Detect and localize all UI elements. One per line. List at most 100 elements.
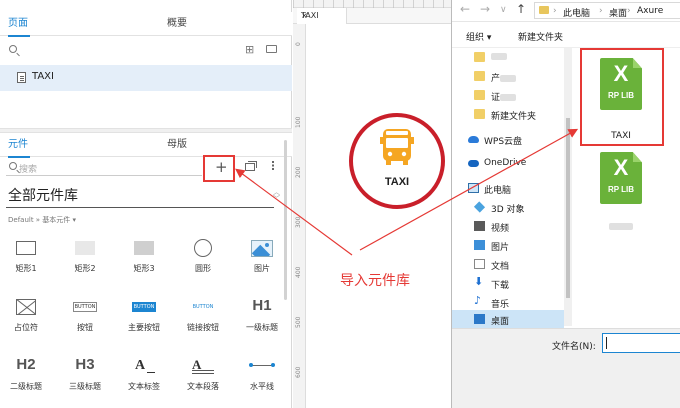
nav-item-label: WPS云盘 bbox=[484, 137, 523, 147]
file-type-label: RP LIB bbox=[607, 91, 635, 100]
widget-rectangle3[interactable]: 矩形3 bbox=[119, 237, 169, 274]
nav-item-wps-cloud[interactable]: WPS云盘 bbox=[452, 130, 564, 149]
chevron-updown-icon[interactable]: ︿ ﹀ bbox=[273, 189, 280, 203]
taxi-logo[interactable]: TAXI bbox=[349, 113, 445, 209]
add-folder-icon[interactable] bbox=[266, 45, 277, 53]
back-arrow-icon[interactable]: ← bbox=[460, 2, 470, 16]
library-select[interactable]: 全部元件库 bbox=[8, 185, 78, 205]
close-icon[interactable]: × bbox=[301, 11, 308, 20]
rplib-file-icon[interactable]: X RP LIB bbox=[600, 152, 642, 204]
bus-icon bbox=[380, 129, 414, 165]
nav-item-documents[interactable]: 文档 bbox=[452, 255, 564, 274]
add-library-icon[interactable]: + bbox=[215, 158, 228, 176]
axure-x-icon: X bbox=[613, 61, 629, 86]
tab-libraries[interactable]: 元件 bbox=[8, 133, 30, 158]
rectangle-light-icon bbox=[75, 241, 95, 255]
nav-item-downloads[interactable]: ⬇ 下载 bbox=[452, 274, 564, 293]
nav-scrollbar[interactable] bbox=[564, 48, 572, 326]
widget-rectangle1[interactable]: 矩形1 bbox=[1, 237, 51, 274]
filename-input[interactable] bbox=[602, 333, 680, 353]
breadcrumb-item[interactable]: 桌面 bbox=[609, 6, 627, 19]
widget-horizontal-line[interactable]: 水平线 bbox=[237, 355, 287, 392]
forward-arrow-icon[interactable]: → bbox=[480, 2, 490, 16]
design-canvas[interactable]: TAXI × 0 100 200 300 400 500 600 TAXI bbox=[293, 0, 451, 408]
add-page-icon[interactable]: ⊞ bbox=[245, 43, 254, 56]
ruler-mark: 300 bbox=[295, 216, 302, 228]
nav-item-this-pc[interactable]: 此电脑 bbox=[452, 179, 564, 198]
folder-icon bbox=[539, 6, 549, 14]
folder-icon bbox=[474, 90, 485, 100]
download-icon: ⬇ bbox=[474, 275, 484, 288]
nav-item-videos[interactable]: 视频 bbox=[452, 217, 564, 236]
ruler-mark: 400 bbox=[295, 266, 302, 278]
widget-label: 一级标题 bbox=[246, 323, 278, 332]
widget-ellipse[interactable]: 圆形 bbox=[178, 237, 228, 274]
canvas-tabbar: TAXI × bbox=[293, 8, 451, 24]
rplib-file-icon[interactable]: X RP LIB bbox=[600, 58, 642, 110]
widget-primary-button[interactable]: BUTTON 主要按钮 bbox=[119, 296, 169, 333]
nav-item-label: OneDrive bbox=[484, 158, 527, 168]
breadcrumb-item[interactable]: Axure bbox=[637, 6, 663, 16]
chevron-down-icon[interactable]: ∨ bbox=[500, 5, 507, 15]
widget-label: 图片 bbox=[254, 264, 270, 273]
computer-icon bbox=[468, 183, 479, 193]
libraries-tabbar: 元件 母版 bbox=[0, 133, 292, 158]
widget-text-label[interactable]: A 文本标签 bbox=[119, 355, 169, 392]
widget-label: 主要按钮 bbox=[128, 323, 160, 332]
folder-icon bbox=[474, 109, 485, 119]
organize-button[interactable]: 组织 ▾ bbox=[466, 30, 491, 43]
address-path[interactable]: › 此电脑 › 桌面 › Axure bbox=[534, 2, 680, 19]
nav-item-folder-zheng[interactable]: 证 bbox=[452, 86, 564, 105]
new-folder-button[interactable]: 新建文件夹 bbox=[518, 30, 563, 43]
library-scrollbar[interactable] bbox=[284, 140, 287, 300]
chevron-right-icon: › bbox=[553, 6, 557, 16]
nav-item-3d-objects[interactable]: 3D 对象 bbox=[452, 198, 564, 217]
axure-x-icon: X bbox=[613, 155, 629, 180]
tab-masters[interactable]: 母版 bbox=[167, 133, 187, 157]
up-arrow-icon[interactable]: ↑ bbox=[516, 2, 526, 16]
nav-item-label: 新建文件夹 bbox=[491, 112, 537, 122]
page-item-label[interactable]: TAXI bbox=[32, 71, 54, 82]
ruler-mark: 100 bbox=[295, 116, 302, 128]
widget-heading1[interactable]: H1 一级标题 bbox=[237, 296, 287, 333]
file-open-dialog: ← → ∨ ↑ › 此电脑 › 桌面 › Axure 组织 ▾ 新建文件夹 产 … bbox=[451, 0, 680, 408]
nav-item-onedrive[interactable]: OneDrive bbox=[452, 154, 564, 173]
tab-pages[interactable]: 页面 bbox=[8, 12, 30, 37]
tab-outline[interactable]: 概要 bbox=[167, 12, 187, 36]
widget-text-paragraph[interactable]: A 文本段落 bbox=[178, 355, 228, 392]
nav-item-folder-chan[interactable]: 产 bbox=[452, 67, 564, 86]
more-options-icon[interactable] bbox=[272, 161, 274, 163]
search-icon[interactable] bbox=[9, 45, 17, 53]
folder-icon bbox=[474, 71, 485, 81]
top-ruler bbox=[293, 0, 451, 8]
nav-item-pictures[interactable]: 图片 bbox=[452, 236, 564, 255]
page-icon bbox=[17, 72, 26, 83]
nav-item-new-folder[interactable]: 新建文件夹 bbox=[452, 105, 564, 124]
widget-label: 文本标签 bbox=[128, 382, 160, 391]
library-breadcrumb[interactable]: Default » 基本元件 ▾ bbox=[8, 215, 76, 225]
widget-link-button[interactable]: BUTTON 链接按钮 bbox=[178, 296, 228, 333]
widget-heading3[interactable]: H3 三级标题 bbox=[60, 355, 110, 392]
widget-placeholder[interactable]: 占位符 bbox=[1, 296, 51, 333]
nav-item-folder-blurred[interactable] bbox=[452, 48, 564, 67]
breadcrumb-item[interactable]: 此电脑 bbox=[563, 6, 590, 19]
file-name[interactable]: TAXI bbox=[591, 131, 651, 141]
widget-heading2[interactable]: H2 二级标题 bbox=[1, 355, 51, 392]
widget-rectangle2[interactable]: 矩形2 bbox=[60, 237, 110, 274]
duplicate-icon[interactable] bbox=[245, 161, 257, 171]
text-paragraph-icon: A bbox=[192, 357, 215, 374]
widget-image[interactable]: 图片 bbox=[237, 237, 287, 274]
tab-taxi-page[interactable]: TAXI × bbox=[297, 8, 347, 24]
widget-button[interactable]: BUTTON 按钮 bbox=[60, 296, 110, 333]
nav-item-label: 产 bbox=[491, 74, 501, 84]
nav-item-desktop[interactable]: 桌面 bbox=[452, 310, 564, 329]
nav-item-label: 此电脑 bbox=[484, 186, 512, 196]
chevron-right-icon: › bbox=[599, 6, 603, 16]
taxi-logo-text: TAXI bbox=[384, 176, 410, 188]
widget-label: 按钮 bbox=[77, 323, 93, 332]
horizontal-line-icon bbox=[249, 363, 275, 367]
filename-label: 文件名(N): bbox=[552, 342, 596, 352]
annotation-label: 导入元件库 bbox=[340, 273, 410, 289]
file-name-blurred[interactable] bbox=[591, 222, 651, 232]
ellipse-icon bbox=[194, 239, 212, 257]
